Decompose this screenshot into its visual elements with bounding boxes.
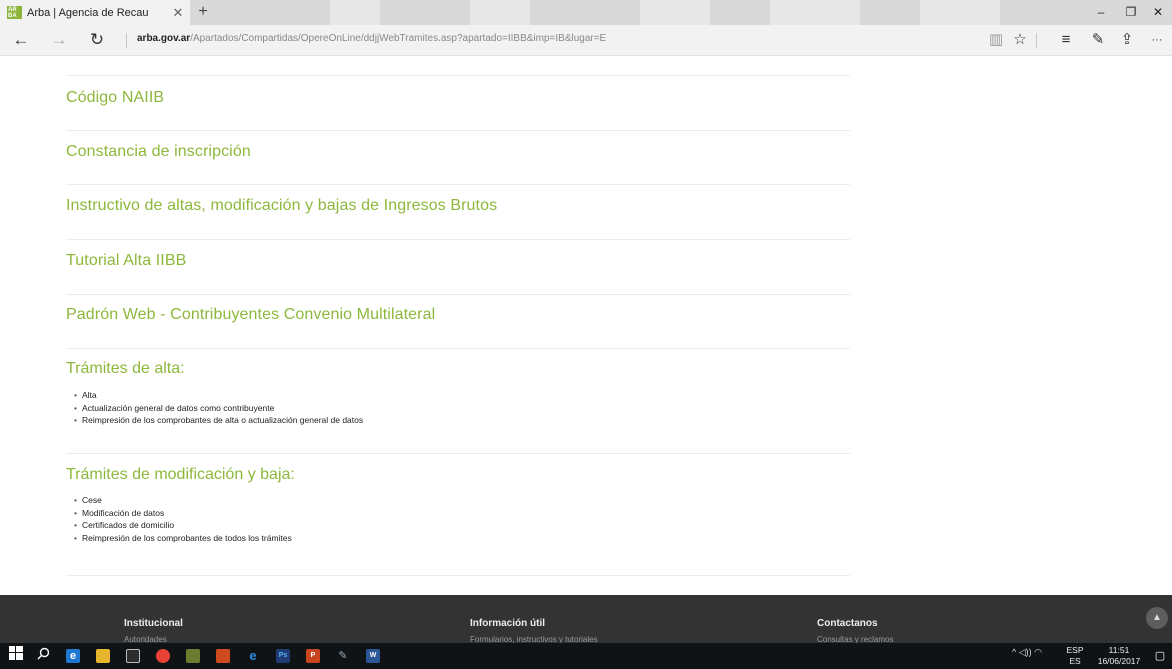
close-window-button[interactable]: ✕ bbox=[1143, 0, 1172, 25]
tramites-modificacion-title: Trámites de modificación y baja: bbox=[66, 466, 295, 483]
footer-informacion-title: Información útil bbox=[470, 618, 545, 629]
footer-contactanos-title: Contactanos bbox=[817, 618, 878, 629]
tab-close-icon[interactable]: ✕ bbox=[170, 5, 186, 21]
section-divider bbox=[66, 75, 850, 76]
site-footer: Institucional Autoridades Información út… bbox=[0, 595, 1172, 644]
language-code: ESP bbox=[1066, 645, 1084, 655]
section-divider bbox=[66, 453, 850, 454]
file-explorer-icon[interactable] bbox=[96, 649, 110, 663]
link-codigo-naiib[interactable]: Código NAIIB bbox=[66, 89, 164, 107]
page-content: Código NAIIB Constancia de inscripción I… bbox=[0, 57, 1172, 595]
forward-button[interactable]: → bbox=[46, 28, 72, 52]
url-domain: arba.gov.ar bbox=[137, 33, 191, 44]
search-icon[interactable] bbox=[33, 646, 53, 666]
outlook-icon[interactable] bbox=[216, 649, 230, 663]
minimize-button[interactable]: – bbox=[1086, 0, 1116, 25]
more-icon[interactable]: ··· bbox=[1145, 28, 1169, 52]
windows-start-icon[interactable] bbox=[6, 646, 26, 666]
address-bar-url[interactable]: arba.gov.ar/Apartados/Compartidas/OpereO… bbox=[137, 33, 606, 44]
footer-institucional-title: Institucional bbox=[124, 618, 183, 629]
clock-time: 11:51 bbox=[1108, 645, 1130, 655]
browser-tab[interactable]: AR BA Arba | Agencia de Recau ✕ bbox=[0, 0, 190, 25]
arba-favicon-icon: AR BA bbox=[7, 6, 22, 19]
notifications-icon[interactable]: ▢ bbox=[1150, 646, 1170, 666]
banner-background-art bbox=[330, 0, 380, 25]
language-indicator[interactable]: ESP ES bbox=[1058, 645, 1092, 667]
list-item[interactable]: Certificados de domicilio bbox=[74, 519, 292, 532]
restore-button[interactable]: ❐ bbox=[1116, 0, 1146, 25]
browser-toolbar: ← → ↻ arba.gov.ar/Apartados/Compartidas/… bbox=[0, 25, 1172, 56]
favorite-star-icon[interactable]: ☆ bbox=[1008, 28, 1032, 52]
section-divider bbox=[66, 348, 850, 349]
list-item[interactable]: Alta bbox=[74, 389, 363, 402]
list-item[interactable]: Actualización general de datos como cont… bbox=[74, 402, 363, 415]
internet-explorer-icon[interactable]: e bbox=[246, 649, 260, 663]
new-tab-button[interactable]: + bbox=[193, 3, 213, 23]
hub-icon[interactable]: ≡ bbox=[1054, 28, 1078, 52]
photoshop-icon[interactable]: Ps bbox=[276, 649, 290, 663]
toolbar-divider bbox=[126, 33, 127, 48]
toolbar-divider bbox=[1036, 33, 1037, 48]
windows-taskbar: e e Ps P ✎ W ^ ◁)) ◠ ESP ES 11:51 16/06/… bbox=[0, 643, 1172, 669]
link-instructivo-altas[interactable]: Instructivo de altas, modificación y baj… bbox=[66, 197, 497, 215]
banner-background-art bbox=[920, 0, 1000, 25]
browser-titlebar: AR BA Arba | Agencia de Recau ✕ + – ❐ ✕ bbox=[0, 0, 1172, 25]
clock-date: 16/06/2017 bbox=[1097, 656, 1141, 666]
edge-browser-icon[interactable]: e bbox=[66, 649, 80, 663]
link-tutorial-alta-iibb[interactable]: Tutorial Alta IIBB bbox=[66, 252, 186, 270]
url-path: /Apartados/Compartidas/OpereOnLine/ddjjW… bbox=[190, 33, 607, 44]
link-constancia-inscripcion[interactable]: Constancia de inscripción bbox=[66, 143, 251, 161]
system-tray-icons[interactable]: ^ ◁)) ◠ bbox=[1012, 647, 1042, 658]
system-clock[interactable]: 11:51 16/06/2017 bbox=[1095, 645, 1143, 667]
store-icon[interactable] bbox=[126, 649, 140, 663]
list-item[interactable]: Reimpresión de los comprobantes de alta … bbox=[74, 414, 363, 427]
tramites-modificacion-list: Cese Modificación de datos Certificados … bbox=[74, 494, 292, 544]
reading-view-icon[interactable]: ▥ bbox=[984, 28, 1008, 52]
tramites-alta-title: Trámites de alta: bbox=[66, 360, 185, 377]
refresh-button[interactable]: ↻ bbox=[84, 28, 110, 52]
section-divider bbox=[66, 239, 850, 240]
tab-title: Arba | Agencia de Recau bbox=[27, 6, 149, 19]
banner-background-art bbox=[640, 0, 710, 25]
list-item[interactable]: Cese bbox=[74, 494, 292, 507]
paint-icon[interactable]: ✎ bbox=[336, 649, 350, 663]
chrome-icon[interactable] bbox=[156, 649, 170, 663]
banner-background-art bbox=[770, 0, 860, 25]
banner-background-art bbox=[470, 0, 530, 25]
list-item[interactable]: Modificación de datos bbox=[74, 507, 292, 520]
tramites-alta-list: Alta Actualización general de datos como… bbox=[74, 389, 363, 427]
web-note-icon[interactable]: ✎ bbox=[1086, 28, 1110, 52]
powerpoint-icon[interactable]: P bbox=[306, 649, 320, 663]
list-item[interactable]: Reimpresión de los comprobantes de todos… bbox=[74, 532, 292, 545]
section-divider bbox=[66, 294, 850, 295]
section-divider bbox=[66, 130, 850, 131]
share-icon[interactable]: ⇪ bbox=[1115, 28, 1139, 52]
back-button[interactable]: ← bbox=[8, 28, 34, 52]
language-sub: ES bbox=[1069, 656, 1081, 666]
section-divider bbox=[66, 575, 850, 576]
section-divider bbox=[66, 184, 850, 185]
scroll-to-top-button[interactable]: ▲ bbox=[1146, 607, 1168, 629]
word-icon[interactable]: W bbox=[366, 649, 380, 663]
link-padron-web[interactable]: Padrón Web - Contribuyentes Convenio Mul… bbox=[66, 306, 435, 324]
app-icon[interactable] bbox=[186, 649, 200, 663]
